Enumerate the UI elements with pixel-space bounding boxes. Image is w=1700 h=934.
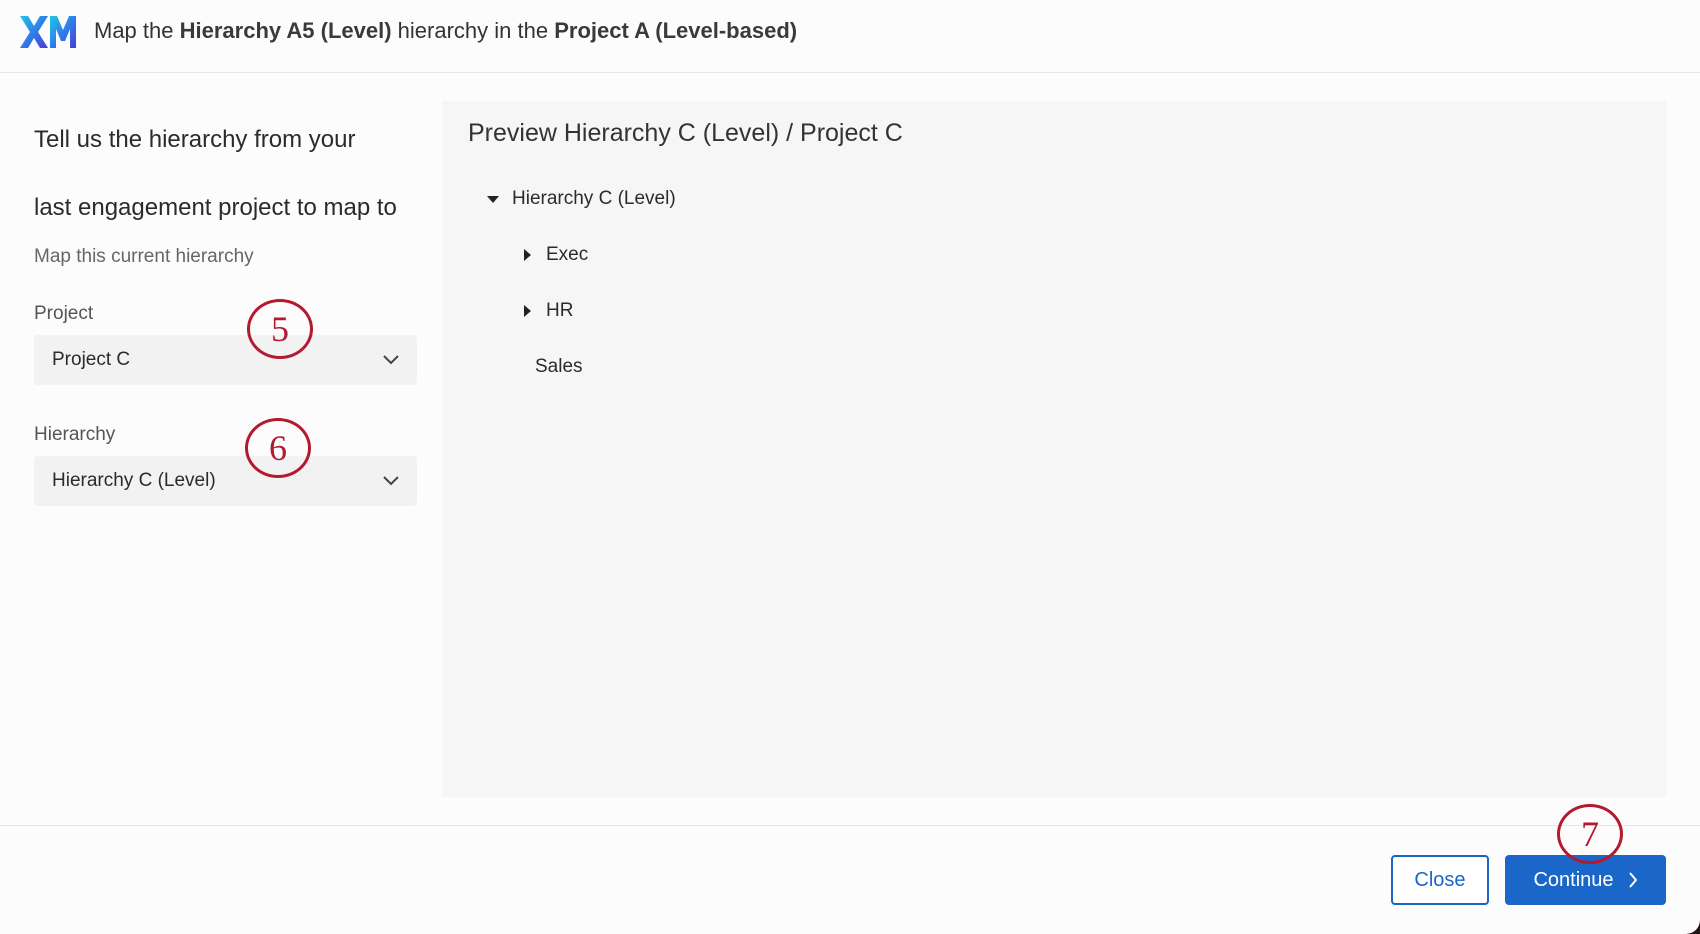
hierarchy-select[interactable]: Hierarchy C (Level) xyxy=(34,456,417,506)
tree-node-root[interactable]: Hierarchy C (Level) xyxy=(486,188,676,210)
project-label: Project xyxy=(34,303,94,324)
chevron-right-icon xyxy=(1628,872,1637,888)
mapping-form: Tell us the hierarchy from your last eng… xyxy=(34,108,418,268)
preview-title: Preview Hierarchy C (Level) / Project C xyxy=(468,119,903,147)
tree-node-exec[interactable]: Exec xyxy=(520,244,588,266)
dialog-title: Map the Hierarchy A5 (Level) hierarchy i… xyxy=(94,18,798,43)
caret-right-icon[interactable] xyxy=(520,248,534,262)
hierarchy-select-value: Hierarchy C (Level) xyxy=(52,470,216,491)
hierarchy-preview-panel: Preview Hierarchy C (Level) / Project C … xyxy=(442,101,1666,797)
step-annotation-6: 6 xyxy=(245,418,311,478)
form-heading: Tell us the hierarchy from your last eng… xyxy=(34,126,397,221)
xm-logo-icon xyxy=(20,16,76,48)
tree-node-label: Exec xyxy=(546,244,589,265)
tree-node-hr[interactable]: HR xyxy=(520,300,573,322)
chevron-down-icon xyxy=(383,476,399,486)
tree-node-label: HR xyxy=(546,300,574,321)
tree-node-sales[interactable]: Sales xyxy=(535,356,583,378)
step-annotation-7: 7 xyxy=(1557,804,1623,864)
project-select-value: Project C xyxy=(52,349,131,370)
continue-button-label: Continue xyxy=(1533,868,1614,891)
caret-down-icon[interactable] xyxy=(486,192,500,206)
tree-node-label: Sales xyxy=(535,356,583,377)
dialog-footer: Close Continue xyxy=(0,825,1700,934)
chevron-down-icon xyxy=(383,355,399,365)
close-button[interactable]: Close xyxy=(1391,855,1489,905)
form-subtext: Map this current hierarchy xyxy=(34,246,254,267)
project-select[interactable]: Project C xyxy=(34,335,417,385)
caret-right-icon[interactable] xyxy=(520,304,534,318)
step-annotation-5: 5 xyxy=(247,299,313,359)
hierarchy-label: Hierarchy xyxy=(34,424,116,445)
map-hierarchy-dialog: Map the Hierarchy A5 (Level) hierarchy i… xyxy=(0,0,1700,934)
tree-node-label: Hierarchy C (Level) xyxy=(512,188,676,209)
dialog-header: Map the Hierarchy A5 (Level) hierarchy i… xyxy=(0,0,1700,73)
